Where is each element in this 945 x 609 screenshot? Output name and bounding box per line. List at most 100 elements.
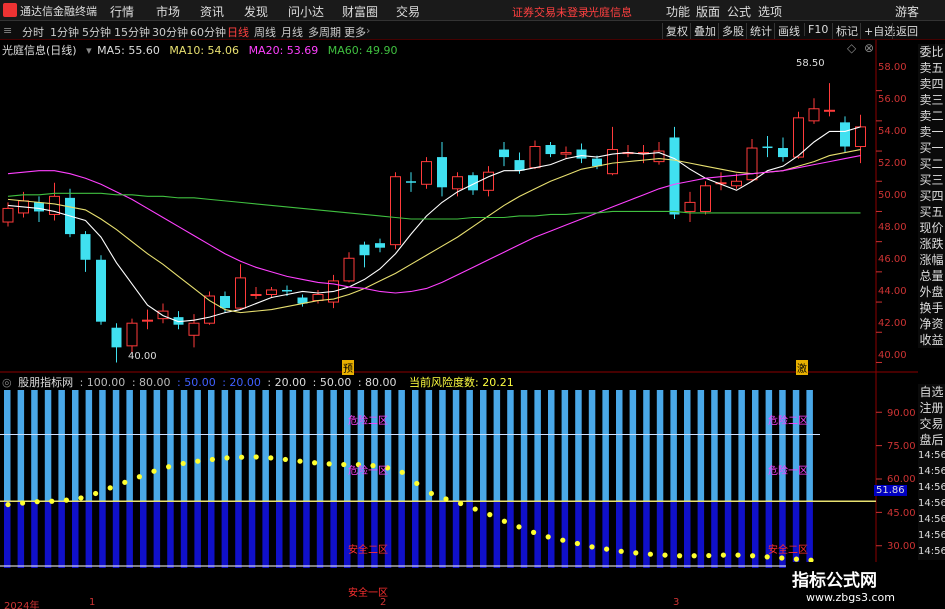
sidebar-item[interactable]: 卖三 [918, 92, 945, 108]
sidebar-item[interactable]: 买四 [918, 188, 945, 204]
sidebar-item[interactable]: 卖五 [918, 60, 945, 76]
indicator-bar-lower [425, 501, 433, 568]
indicator-bar-lower [520, 501, 528, 568]
add-watchlist-button[interactable]: +自选 [860, 23, 895, 39]
tongji-button[interactable]: 统计 [746, 23, 772, 39]
indicator-bar-lower [85, 501, 93, 568]
tab-period-30min[interactable]: 30分钟 [152, 24, 188, 40]
indicator-tick-label: 30.00 [887, 541, 916, 552]
menu-faxian[interactable]: 发现 [244, 3, 268, 20]
indicator-bar-lower [697, 501, 705, 568]
indicator-name: 股朋指标网 [18, 376, 74, 389]
sidebar-item[interactable]: 买三 [918, 172, 945, 188]
tab-period-1min[interactable]: 1分钟 [50, 24, 79, 40]
sidebar-item[interactable]: 盘后 [918, 432, 945, 448]
duogu-button[interactable]: 多股 [718, 23, 744, 39]
candle-body-down [96, 259, 106, 322]
sidebar-item[interactable]: 外盘 [918, 284, 945, 300]
menu-wenxiaoda[interactable]: 问小达 [288, 3, 324, 20]
menu-jiaoyi[interactable]: 交易 [396, 3, 420, 20]
menu-xuanxiang[interactable]: 选项 [758, 3, 782, 20]
indicator-dot [34, 499, 40, 505]
tab-period-15min[interactable]: 15分钟 [114, 24, 150, 40]
indicator-dot [107, 485, 113, 491]
indicator-bar-upper [643, 390, 650, 502]
indicator-bar-upper [235, 390, 242, 502]
sidebar-item[interactable]: 买五 [918, 204, 945, 220]
indicator-bar-lower [330, 501, 337, 568]
dropdown-icon[interactable]: ◎ [2, 376, 12, 389]
sidebar-item[interactable]: 买二 [918, 156, 945, 172]
sidebar-item[interactable]: 换手 [918, 300, 945, 316]
tab-period-5min[interactable]: 5分钟 [82, 24, 111, 40]
chart-canvas[interactable] [0, 40, 918, 570]
sidebar-item[interactable]: 涨幅 [918, 252, 945, 268]
zone-label: 危险一区 [348, 466, 388, 477]
back-button[interactable]: 返回 [892, 23, 918, 39]
menu-gongneng[interactable]: 功能 [666, 3, 690, 20]
sidebar-item[interactable]: 收益 [918, 332, 945, 348]
sidebar-item[interactable]: 卖二 [918, 108, 945, 124]
indicator-bar-lower [412, 501, 419, 568]
sidebar-item[interactable]: 总量 [918, 268, 945, 284]
indicator-bars [4, 390, 813, 568]
biaoji-button[interactable]: 标记 [832, 23, 858, 39]
watermark-title: 指标公式网 [792, 571, 877, 591]
diejia-button[interactable]: 叠加 [690, 23, 716, 39]
tab-period-monthly[interactable]: 月线 [281, 24, 303, 40]
indicator-bar-lower [480, 501, 487, 568]
indicator-bar-lower [112, 501, 120, 568]
sidebar-item[interactable]: 卖一 [918, 124, 945, 140]
tab-period-weekly[interactable]: 周线 [254, 24, 276, 40]
indicator-bar-upper [44, 390, 52, 502]
indicator-dot [312, 460, 318, 466]
indicator-dot [166, 464, 172, 470]
tab-period-more[interactable]: 更多 [344, 24, 366, 40]
indicator-dot [458, 500, 464, 507]
sidebar-item[interactable]: 卖四 [918, 76, 945, 92]
zone-label: 安全二区 [348, 545, 388, 556]
indicator-bar-upper [738, 390, 745, 502]
tab-period-60min[interactable]: 60分钟 [190, 24, 226, 40]
sidebar-item[interactable]: 交易 [918, 416, 945, 432]
tab-period-daily[interactable]: 日线 [227, 24, 249, 40]
indicator-bar-upper [126, 390, 133, 502]
fuquan-button[interactable]: 复权 [662, 23, 688, 39]
indicator-dot [63, 497, 69, 503]
candle-body-up [824, 109, 835, 112]
indicator-dot [574, 540, 581, 547]
menu-shichang[interactable]: 市场 [156, 3, 180, 20]
huaxian-button[interactable]: 画线 [774, 23, 800, 39]
chevron-right-icon[interactable]: › [366, 24, 370, 37]
sidebar-item[interactable]: 委比 [918, 44, 945, 60]
indicator-dot [282, 456, 288, 463]
tab-period-multi[interactable]: 多周期 [308, 24, 341, 40]
login-warning[interactable]: 证券交易未登录 [512, 4, 589, 20]
tab-period-fenshi[interactable]: 分时 [22, 24, 44, 40]
menu-hangqing[interactable]: 行情 [110, 3, 134, 20]
indicator-bar-lower [384, 501, 392, 568]
f10-button[interactable]: F10 [804, 23, 828, 36]
candle-body-up [855, 126, 866, 148]
indicator-bar-lower [452, 501, 460, 568]
indicator-bar-lower [276, 501, 283, 568]
candle-body-up [808, 108, 820, 122]
indicator-bar-upper [697, 390, 705, 502]
sidebar-item[interactable]: 净资 [918, 316, 945, 332]
sidebar-item[interactable]: 自选 [918, 384, 945, 400]
sidebar-item[interactable]: 现价 [918, 220, 945, 236]
indicator-bar-lower [208, 501, 215, 568]
ma10-line [7, 149, 861, 314]
menu-caifuquan[interactable]: 财富圈 [342, 3, 378, 20]
user-label[interactable]: 游客 [895, 3, 919, 20]
candle-body-down [111, 327, 122, 348]
sidebar-item[interactable]: 涨跌 [918, 236, 945, 252]
menu-gongshi[interactable]: 公式 [727, 3, 751, 20]
indicator-bar-lower [588, 501, 596, 568]
menu-zixun[interactable]: 资讯 [200, 3, 224, 20]
sidebar-item[interactable]: 注册 [918, 400, 945, 416]
indicator-bar-upper [806, 390, 813, 502]
indicator-bar-lower [194, 501, 201, 568]
menu-banmian[interactable]: 版面 [696, 3, 720, 20]
sidebar-item[interactable]: 买一 [918, 140, 945, 156]
